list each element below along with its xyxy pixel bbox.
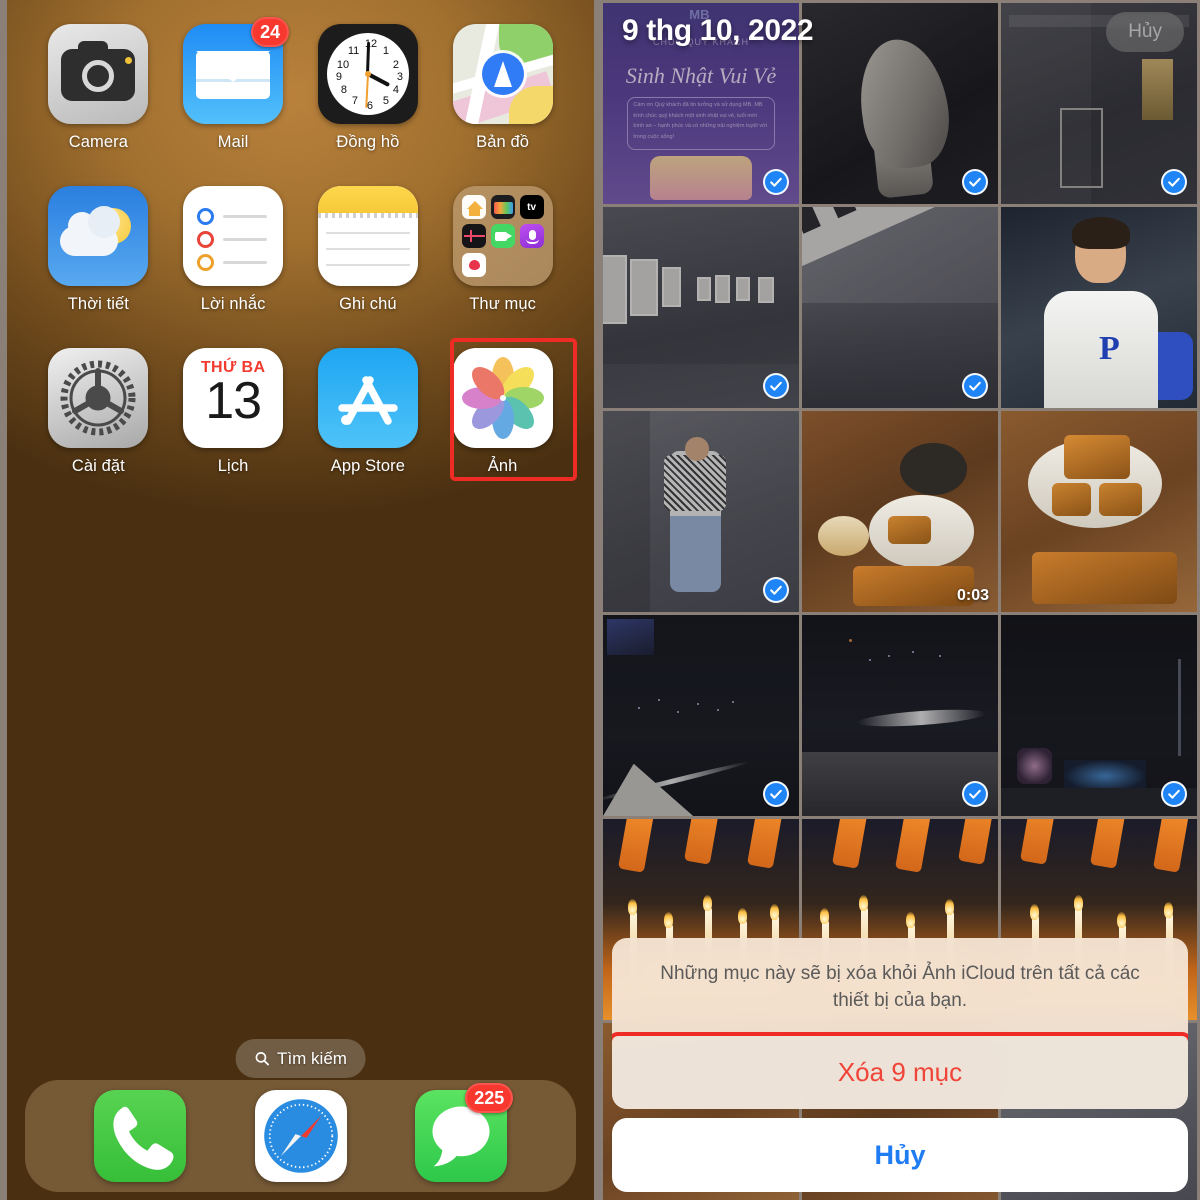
date-header: 9 thg 10, 2022 <box>622 14 814 47</box>
app-icon-folder[interactable]: tv Thư mục <box>435 186 570 314</box>
photos-picker-panel: MB CHÚC QUÝ KHÁCH Sinh Nhật Vui Vẻ Cảm ơ… <box>600 0 1200 1200</box>
photo-cell[interactable] <box>802 3 998 204</box>
sheet-cancel-button[interactable]: Hủy <box>612 1118 1188 1192</box>
app-label: App Store <box>330 457 406 475</box>
weather-icon <box>48 186 149 286</box>
settings-icon <box>48 348 149 448</box>
mini-icon-appletv: tv <box>519 195 544 219</box>
photo-cell[interactable] <box>1001 411 1197 612</box>
action-sheet-group: Những mục này sẽ bị xóa khỏi Ảnh iCloud … <box>612 937 1188 1109</box>
mail-badge: 24 <box>251 17 290 47</box>
gear-icon <box>60 360 136 436</box>
photos-icon <box>452 348 553 448</box>
dock: 225 <box>25 1080 576 1192</box>
app-icon-clock[interactable]: 12 1 2 3 4 5 6 7 8 9 10 11 Đồng hồ <box>301 24 436 152</box>
reminders-icon <box>183 186 284 286</box>
action-sheet-message: Những mục này sẽ bị xóa khỏi Ảnh iCloud … <box>660 962 1140 1012</box>
app-label: Bản đồ <box>476 133 530 151</box>
app-label: Mail <box>217 133 249 151</box>
app-icon-weather[interactable]: Thời tiết <box>31 186 166 314</box>
app-label: Ghi chú <box>339 295 397 313</box>
app-label: Thời tiết <box>67 295 129 313</box>
app-label: Lịch <box>217 457 249 475</box>
app-icon-mail[interactable]: 24 Mail <box>166 17 301 152</box>
photo-cell[interactable] <box>603 207 799 408</box>
safari-icon <box>254 1090 347 1182</box>
app-icon-reminders[interactable]: Lời nhắc <box>166 186 301 314</box>
cancel-selection-label: Hủy <box>1128 21 1162 42</box>
app-label: Ảnh <box>487 457 518 475</box>
selection-check-icon[interactable] <box>763 781 789 807</box>
home-screen-panel: Camera 24 Mail 12 1 2 3 4 5 6 7 8 9 10 1… <box>0 0 600 1200</box>
photo-cell[interactable]: P <box>1001 207 1197 408</box>
photo-cell[interactable]: 0:03 <box>802 411 998 612</box>
mini-icon-home <box>461 195 486 219</box>
app-icon-notes[interactable]: Ghi chú <box>301 186 436 314</box>
selection-check-icon[interactable] <box>763 373 789 399</box>
clock-icon: 12 1 2 3 4 5 6 7 8 9 10 11 <box>317 24 418 124</box>
search-label: Tìm kiếm <box>277 1048 347 1068</box>
selection-check-icon[interactable] <box>962 373 988 399</box>
appstore-icon <box>317 348 418 448</box>
photo-cell[interactable] <box>603 411 799 612</box>
mini-icon-podcasts <box>519 224 544 248</box>
search-button[interactable]: Tìm kiếm <box>235 1039 366 1078</box>
app-label: Cài đặt <box>71 457 125 475</box>
dock-item-messages[interactable]: 225 <box>415 1083 514 1182</box>
selection-check-icon[interactable] <box>1161 169 1187 195</box>
mini-icon-fitness <box>461 253 486 277</box>
maps-icon <box>452 24 553 124</box>
mini-icon-health <box>461 224 486 248</box>
home-screen-wallpaper: Camera 24 Mail 12 1 2 3 4 5 6 7 8 9 10 1… <box>7 0 594 1200</box>
selection-check-icon[interactable] <box>763 169 789 195</box>
camera-icon <box>48 24 149 124</box>
app-label: Đồng hồ <box>336 133 400 151</box>
cancel-selection-button[interactable]: Hủy <box>1106 12 1184 52</box>
dock-item-phone[interactable] <box>93 1090 186 1182</box>
selection-check-icon[interactable] <box>763 577 789 603</box>
selection-check-icon[interactable] <box>962 169 988 195</box>
mini-icon-wallet <box>490 195 515 219</box>
screenshot-stage: Camera 24 Mail 12 1 2 3 4 5 6 7 8 9 10 1… <box>0 0 1200 1200</box>
selection-check-icon[interactable] <box>1161 781 1187 807</box>
mini-icon-facetime <box>490 224 515 248</box>
photo-cell[interactable] <box>1001 615 1197 816</box>
app-label: Lời nhắc <box>200 295 266 313</box>
dock-item-safari[interactable] <box>254 1090 347 1182</box>
folder-icon: tv <box>452 186 553 286</box>
app-label: Thư mục <box>469 295 536 313</box>
delete-items-button[interactable]: Xóa 9 mục <box>612 1036 1188 1109</box>
app-icon-camera[interactable]: Camera <box>31 24 166 152</box>
search-icon <box>255 1052 269 1066</box>
photo-cell[interactable] <box>802 615 998 816</box>
app-icon-grid: Camera 24 Mail 12 1 2 3 4 5 6 7 8 9 10 1… <box>7 17 594 476</box>
selection-check-icon[interactable] <box>962 781 988 807</box>
calendar-icon: THỨ BA 13 <box>183 348 284 448</box>
delete-items-label: Xóa 9 mục <box>837 1057 963 1087</box>
photo-cell[interactable] <box>802 207 998 408</box>
notes-icon <box>317 186 418 286</box>
app-icon-calendar[interactable]: THỨ BA 13 Lịch <box>166 348 301 476</box>
delete-action-sheet: Những mục này sẽ bị xóa khỏi Ảnh iCloud … <box>612 937 1188 1192</box>
app-icon-maps[interactable]: Bản đồ <box>435 24 570 152</box>
phone-icon <box>93 1090 186 1182</box>
video-duration: 0:03 <box>956 587 989 604</box>
photo-cell[interactable] <box>603 615 799 816</box>
app-icon-settings[interactable]: Cài đặt <box>31 348 166 476</box>
app-label: Camera <box>68 133 129 151</box>
app-icon-photos[interactable]: Ảnh <box>435 348 570 476</box>
calendar-day: 13 <box>205 372 262 430</box>
messages-badge: 225 <box>465 1083 514 1113</box>
app-icon-appstore[interactable]: App Store <box>301 348 436 476</box>
sheet-cancel-label: Hủy <box>874 1139 926 1170</box>
